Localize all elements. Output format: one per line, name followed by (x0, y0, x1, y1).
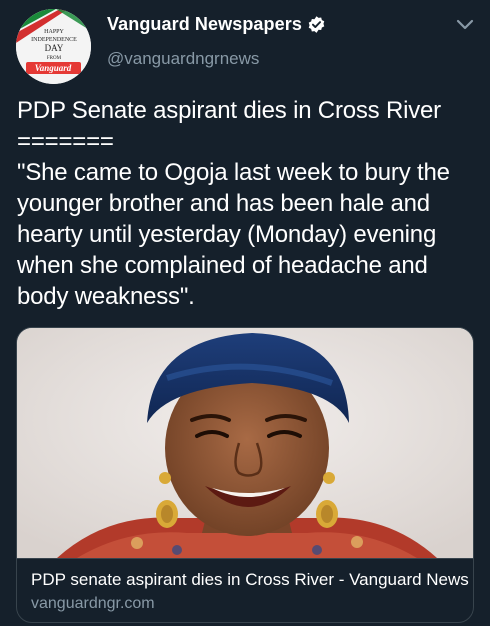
card-domain: vanguardngr.com (31, 595, 155, 612)
tweet-text: PDP Senate aspirant dies in Cross River … (17, 97, 450, 310)
author-display-name[interactable]: Vanguard Newspapers (107, 14, 302, 35)
card-image[interactable] (17, 328, 473, 558)
chevron-down-icon[interactable] (455, 18, 475, 32)
tweet-header: HAPPY INDEPENDENCE DAY FROM Vanguard Van… (0, 0, 490, 90)
avatar-logo: HAPPY INDEPENDENCE DAY FROM Vanguard (16, 9, 91, 84)
avatar-text-from: FROM (47, 56, 62, 61)
author-handle[interactable]: @vanguardngrnews (107, 49, 259, 69)
card-text[interactable]: PDP senate aspirant dies in Cross River … (17, 558, 473, 622)
author-name-row: Vanguard Newspapers (107, 14, 326, 35)
card-title[interactable]: PDP senate aspirant dies in Cross River … (31, 570, 469, 590)
avatar-text-day: DAY (45, 43, 64, 53)
avatar-text-brand: Vanguard (35, 63, 72, 73)
link-preview-card[interactable]: PDP senate aspirant dies in Cross River … (16, 327, 474, 623)
verified-badge-icon (307, 15, 326, 34)
avatar-text-happy: HAPPY (44, 29, 64, 35)
avatar[interactable]: HAPPY INDEPENDENCE DAY FROM Vanguard (16, 9, 91, 84)
